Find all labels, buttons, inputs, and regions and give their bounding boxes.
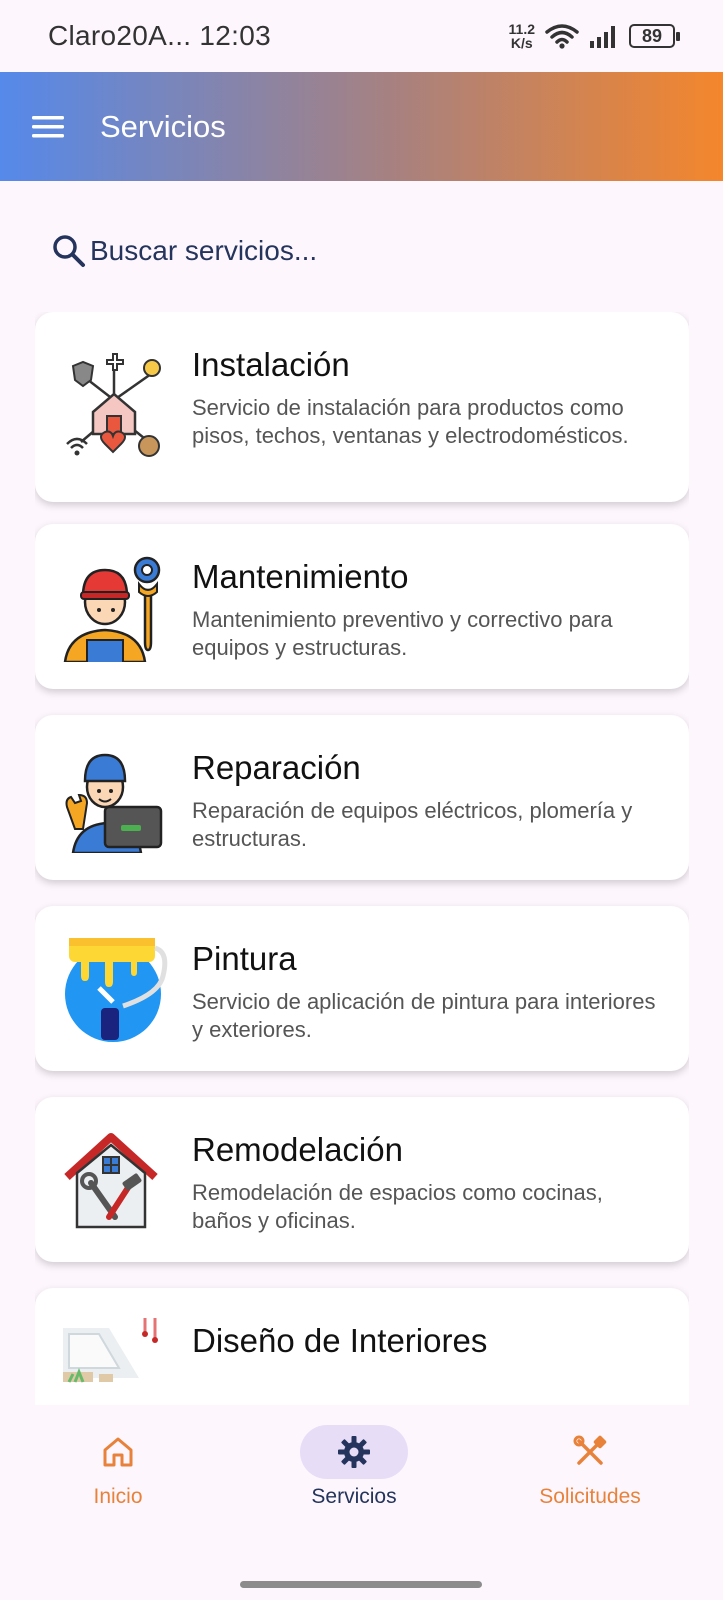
nav-label: Inicio	[93, 1485, 143, 1508]
service-card-pintura[interactable]: Pintura Servicio de aplicación de pintur…	[35, 906, 689, 1071]
interior-design-icon	[63, 1318, 158, 1383]
wifi-icon	[545, 24, 579, 49]
maintenance-worker-icon	[63, 556, 161, 662]
service-title: Diseño de Interiores	[192, 1322, 488, 1359]
service-card-instalacion[interactable]: Instalación Servicio de instalación para…	[35, 312, 689, 502]
service-description: Mantenimiento preventivo y correctivo pa…	[192, 607, 613, 660]
tools-icon	[573, 1435, 607, 1465]
status-icons: 11.2 K/s 89	[509, 22, 680, 50]
service-description: Reparación de equipos eléctricos, plomer…	[192, 798, 633, 851]
home-indicator	[240, 1581, 482, 1588]
clock: 12:03	[199, 20, 271, 51]
service-title: Pintura	[192, 940, 297, 977]
nav-inicio-pill	[64, 1425, 172, 1479]
signal-icon	[590, 26, 615, 48]
network-speed: 11.2 K/s	[509, 22, 535, 50]
service-description: Servicio de instalación para productos c…	[192, 395, 629, 448]
nav-solicitudes-pill	[536, 1425, 644, 1479]
status-bar: Claro20A... 12:03 11.2 K/s 89	[0, 0, 723, 72]
bottom-navigation: Inicio Servicios Solicitudes	[0, 1405, 723, 1600]
nav-servicios-pill	[300, 1425, 408, 1479]
service-card-reparacion[interactable]: Reparación Reparación de equipos eléctri…	[35, 715, 689, 880]
services-list: Instalación Servicio de instalación para…	[35, 312, 689, 1405]
nav-label: Servicios	[311, 1485, 397, 1508]
page-title: Servicios	[100, 108, 226, 144]
search-icon	[53, 235, 85, 267]
service-card-mantenimiento[interactable]: Mantenimiento Mantenimiento preventivo y…	[35, 524, 689, 689]
nav-inicio[interactable]: Inicio	[18, 1425, 218, 1525]
search-input[interactable]: Buscar servicios...	[52, 228, 612, 274]
service-title: Remodelación	[192, 1131, 403, 1168]
carrier-name: Claro20A...	[48, 20, 192, 51]
service-card-remodelacion[interactable]: Remodelación Remodelación de espacios co…	[35, 1097, 689, 1262]
speed-unit: K/s	[510, 35, 533, 51]
service-title: Mantenimiento	[192, 558, 409, 595]
menu-button[interactable]	[24, 103, 72, 151]
app-bar: Servicios	[0, 72, 723, 181]
repair-technician-icon	[65, 753, 163, 853]
gear-icon	[338, 1436, 370, 1468]
service-title: Instalación	[192, 346, 350, 383]
nav-servicios[interactable]: Servicios	[254, 1425, 454, 1525]
search-placeholder: Buscar servicios...	[90, 235, 318, 266]
service-card-diseno-interiores[interactable]: Diseño de Interiores	[35, 1288, 689, 1405]
remodel-house-icon	[64, 1133, 158, 1229]
nav-solicitudes[interactable]: Solicitudes	[490, 1425, 690, 1525]
speed-value: 11.2	[508, 21, 535, 37]
home-icon	[103, 1437, 133, 1467]
battery-icon: 89	[629, 24, 680, 48]
installation-icon	[66, 353, 161, 457]
nav-label: Solicitudes	[539, 1485, 641, 1508]
paint-roller-icon	[65, 938, 168, 1042]
service-description: Remodelación de espacios como cocinas, b…	[192, 1180, 603, 1233]
menu-icon	[32, 115, 64, 137]
service-description: Servicio de aplicación de pintura para i…	[192, 989, 656, 1042]
status-left: Claro20A... 12:03	[48, 20, 271, 52]
service-title: Reparación	[192, 749, 361, 786]
